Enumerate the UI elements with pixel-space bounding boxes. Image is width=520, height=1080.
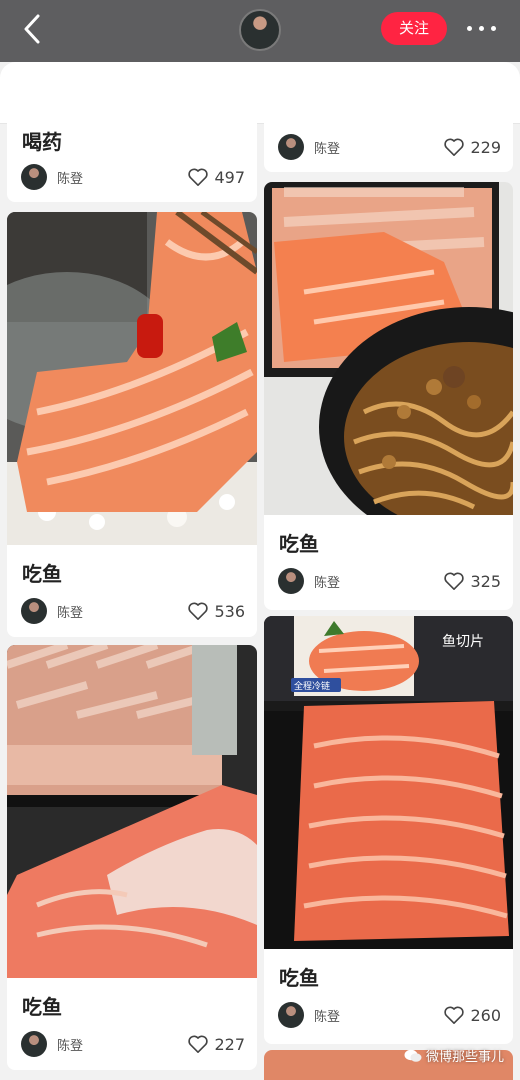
like-button[interactable]: 497 [187, 164, 245, 190]
author-avatar[interactable] [278, 134, 304, 160]
note-footer: 陈登 325 [278, 568, 501, 594]
like-button[interactable]: 536 [187, 598, 245, 624]
heart-icon [188, 168, 209, 186]
profile-avatar[interactable] [239, 9, 281, 51]
salmon-noodles-photo [264, 182, 513, 515]
like-count: 260 [470, 1005, 501, 1025]
salmon-box-photo [7, 645, 257, 978]
profile-sheet: 笔记 收藏 喝药 陈登 497 [0, 62, 520, 1080]
note-card[interactable]: 陈登 229 [264, 82, 513, 172]
note-footer: 陈登 227 [21, 1031, 245, 1057]
like-button[interactable]: 227 [187, 1031, 245, 1057]
salmon-package-photo: 全程冷链 鱼切片 片 [264, 616, 513, 949]
more-options-icon[interactable] [464, 17, 500, 39]
heart-icon [444, 138, 465, 156]
heart-icon [188, 602, 209, 620]
note-footer: 陈登 229 [278, 134, 501, 160]
heart-icon [444, 572, 465, 590]
watermark: 微博那些事儿 [404, 1046, 504, 1065]
author-name[interactable]: 陈登 [314, 138, 340, 157]
package-sticker: 全程冷链 [294, 680, 330, 692]
heart-icon [188, 1035, 209, 1053]
like-button[interactable]: 229 [443, 134, 501, 160]
note-title: 吃鱼 [279, 532, 319, 556]
author-avatar[interactable] [21, 164, 47, 190]
package-label: 鱼切片 [442, 633, 484, 650]
note-title: 喝药 [22, 130, 62, 154]
note-footer: 陈登 536 [21, 598, 245, 624]
note-card[interactable]: 吃鱼 陈登 325 [264, 182, 513, 610]
author-name[interactable]: 陈登 [57, 602, 83, 621]
follow-button[interactable]: 关注 [381, 12, 447, 45]
note-title: 吃鱼 [22, 995, 62, 1019]
note-card[interactable]: 吃鱼 陈登 536 [7, 212, 257, 637]
note-footer: 陈登 260 [278, 1002, 501, 1028]
note-title: 吃鱼 [279, 966, 319, 990]
like-count: 227 [214, 1034, 245, 1054]
author-avatar[interactable] [278, 1002, 304, 1028]
like-button[interactable]: 325 [443, 568, 501, 594]
author-name[interactable]: 陈登 [314, 1006, 340, 1025]
watermark-text: 微博那些事儿 [426, 1050, 505, 1065]
author-avatar[interactable] [21, 1031, 47, 1057]
like-count: 229 [470, 137, 501, 157]
note-title: 吃鱼 [22, 562, 62, 586]
author-name[interactable]: 陈登 [314, 572, 340, 591]
author-name[interactable]: 陈登 [57, 1035, 83, 1054]
like-count: 536 [214, 601, 245, 621]
note-footer: 陈登 497 [21, 164, 245, 190]
note-card[interactable]: 全程冷链 鱼切片 片 吃鱼 陈登 260 [264, 616, 513, 1044]
top-bar: 关注 [0, 0, 520, 62]
like-count: 497 [214, 167, 245, 187]
author-avatar[interactable] [21, 598, 47, 624]
like-button[interactable]: 260 [443, 1002, 501, 1028]
like-count: 325 [470, 571, 501, 591]
salmon-rice-photo [7, 212, 257, 545]
heart-icon [444, 1006, 465, 1024]
note-card[interactable]: 吃鱼 陈登 227 [7, 645, 257, 1070]
wechat-icon [404, 1049, 422, 1062]
author-avatar[interactable] [278, 568, 304, 594]
author-name[interactable]: 陈登 [57, 168, 83, 187]
back-arrow-icon[interactable] [20, 10, 48, 48]
note-card[interactable]: 喝药 陈登 497 [7, 82, 257, 202]
